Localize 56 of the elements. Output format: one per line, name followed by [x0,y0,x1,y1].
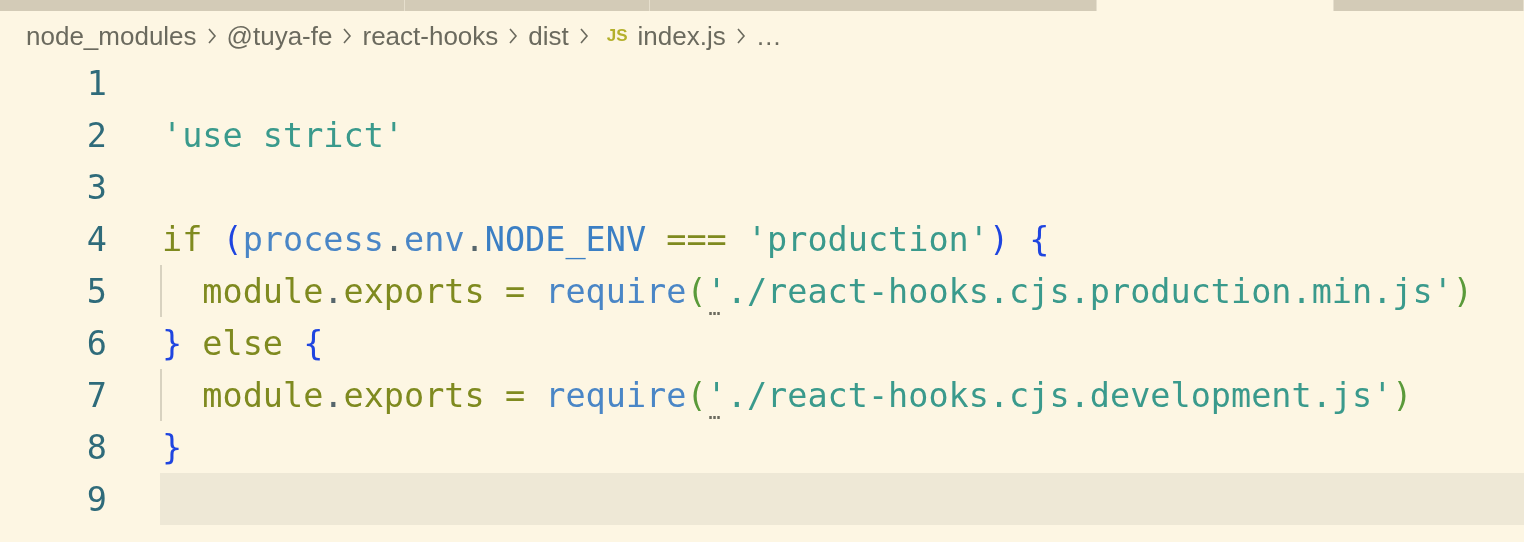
code-token: ) [1392,375,1413,415]
chevron-right-icon [342,27,353,45]
code-token: ( [686,375,707,415]
line-number: 6 [85,323,108,363]
line-number: 1 [85,63,108,103]
breadcrumb-item[interactable]: dist [528,20,569,52]
code-token: exports [343,375,485,415]
breadcrumb-item[interactable]: index.js [637,20,726,52]
code-token: } [162,427,183,467]
code-token: . [323,271,344,311]
editor-tab[interactable] [405,0,650,11]
line-number: 9 [85,479,108,519]
breadcrumb-item[interactable]: … [755,20,782,52]
js-file-icon: JS [606,26,628,46]
line-number: 3 [85,167,108,207]
chevron-right-icon [508,27,519,45]
code-token: env [404,219,465,259]
line-number: 4 [85,219,108,259]
code-token: . [383,219,405,259]
code-token: . [464,219,485,259]
code-token: if [162,219,204,259]
line-number: 5 [85,271,108,311]
code-token: else [201,323,284,363]
code-token: 'use strict' [162,115,405,155]
code-token: === [665,219,728,259]
code-token: ) [1452,271,1473,311]
breadcrumb-item[interactable]: node_modules [26,20,197,52]
code-token: ) { [988,219,1050,259]
code-token: = [503,271,527,311]
editor-tab[interactable] [650,0,1097,11]
code-token: exports [343,271,485,311]
inline-hint[interactable]: … [708,399,721,424]
code-token: 'production' [746,219,989,259]
code-token: = [503,375,527,415]
inline-hint[interactable]: … [708,295,721,320]
code-token: NODE_ENV [484,219,647,259]
code-token: require [545,271,687,311]
code-token: ( [686,271,707,311]
editor-tab[interactable] [1334,0,1524,11]
chevron-right-icon [578,27,589,45]
editor-tab[interactable] [0,0,405,11]
code-token: require [545,375,687,415]
code-token: module [201,375,324,415]
code-token: } [162,323,183,363]
line-number: 7 [85,375,108,415]
code-token: ( [222,219,243,259]
line-number: 2 [85,115,108,155]
line-number: 8 [85,427,108,467]
chevron-right-icon [735,27,746,45]
code-token: process [242,219,384,259]
chevron-right-icon [206,27,217,45]
code-token: . [323,375,344,415]
code-token: module [201,271,324,311]
breadcrumb-item[interactable]: react-hooks [362,20,499,52]
breadcrumb-item[interactable]: @tuya-fe [226,20,333,52]
code-token: { [303,323,324,363]
